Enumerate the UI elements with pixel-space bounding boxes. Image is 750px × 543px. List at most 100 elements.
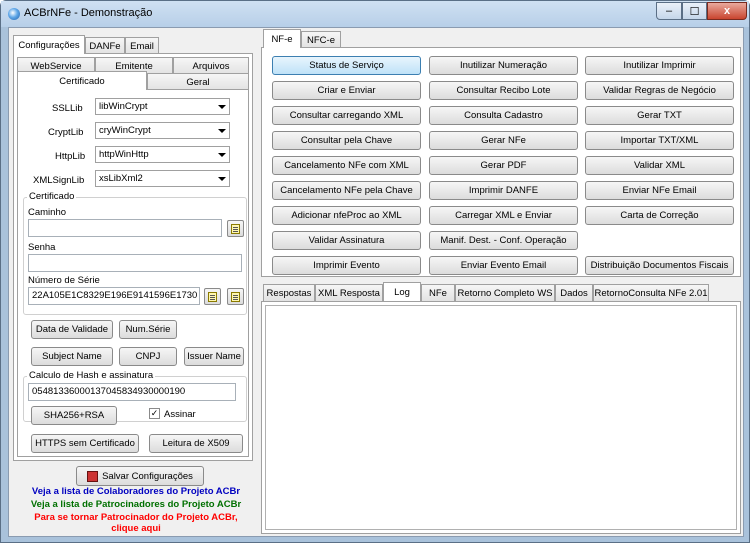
- action-button-inutilizar-imprimir[interactable]: Inutilizar Imprimir: [585, 56, 734, 75]
- senha-label: Senha: [28, 242, 56, 253]
- log-panel: [261, 301, 741, 534]
- link-clique-aqui[interactable]: clique aqui: [17, 523, 255, 534]
- action-button-consultar-pela-chave[interactable]: Consultar pela Chave: [272, 131, 421, 150]
- tab-nfe[interactable]: NF-e: [263, 29, 301, 48]
- assinar-label: Assinar: [164, 409, 196, 420]
- tab-retorno-consulta[interactable]: RetornoConsulta NFe 2.01: [593, 284, 709, 301]
- configuracoes-panel: WebService Emitente Arquivos Certificado…: [13, 53, 253, 461]
- action-button-manif-dest-conf-operacao[interactable]: Manif. Dest. - Conf. Operação: [429, 231, 578, 250]
- save-icon: [87, 470, 99, 482]
- action-button-importar-txt-xml[interactable]: Importar TXT/XML: [585, 131, 734, 150]
- xmlsignlib-value: xsLibXml2: [99, 173, 143, 184]
- action-button-status-de-servico[interactable]: Status de Serviço: [272, 56, 421, 75]
- nfe-actions-panel: Status de Serviço Inutilizar Numeração Inu…: [261, 47, 741, 277]
- tab-log[interactable]: Log: [383, 282, 421, 301]
- maximize-button[interactable]: ☐: [682, 2, 707, 20]
- sha256-rsa-button[interactable]: SHA256+RSA: [31, 406, 117, 425]
- action-button-validar-regras-de-negocio[interactable]: Validar Regras de Negócio: [585, 81, 734, 100]
- action-button-distribuicao-documentos-fiscais[interactable]: Distribuição Documentos Fiscais: [585, 256, 734, 275]
- httplib-select[interactable]: httpWinHttp: [95, 146, 230, 163]
- chevron-down-icon: [218, 129, 226, 133]
- numero-serie-input[interactable]: 22A105E1C8329E196E9141596E1730: [28, 287, 200, 305]
- subject-name-button[interactable]: Subject Name: [31, 347, 113, 366]
- hash-input[interactable]: 05481336000137045834930000190: [28, 383, 236, 401]
- document-icon: [208, 291, 217, 302]
- tab-email[interactable]: Email: [125, 37, 159, 54]
- action-button-inutilizar-numeracao[interactable]: Inutilizar Numeração: [429, 56, 578, 75]
- action-button-imprimir-danfe[interactable]: Imprimir DANFE: [429, 181, 578, 200]
- chevron-down-icon: [218, 105, 226, 109]
- action-button-carta-de-correcao[interactable]: Carta de Correção: [585, 206, 734, 225]
- action-button-consulta-cadastro[interactable]: Consulta Cadastro: [429, 106, 578, 125]
- tab-retorno-completo[interactable]: Retorno Completo WS: [455, 284, 555, 301]
- issuer-name-button[interactable]: Issuer Name: [184, 347, 244, 366]
- ssllib-value: libWinCrypt: [99, 101, 148, 112]
- document-icon: [231, 223, 240, 234]
- ssllib-select[interactable]: libWinCrypt: [95, 98, 230, 115]
- cryptlib-select[interactable]: cryWinCrypt: [95, 122, 230, 139]
- minimize-button[interactable]: –: [656, 2, 682, 20]
- action-button-gerar-pdf[interactable]: Gerar PDF: [429, 156, 578, 175]
- tab-dados[interactable]: Dados: [555, 284, 593, 301]
- window-title: ACBrNFe - Demonstração: [24, 7, 153, 19]
- certificado-group-title: Certificado: [27, 191, 77, 202]
- document-icon: [231, 291, 240, 302]
- action-button-gerar-nfe[interactable]: Gerar NFe: [429, 131, 578, 150]
- action-button-validar-xml[interactable]: Validar XML: [585, 156, 734, 175]
- tab-nfe-result[interactable]: NFe: [421, 284, 455, 301]
- senha-input[interactable]: [28, 254, 242, 272]
- httplib-value: httpWinHttp: [99, 149, 149, 160]
- link-colaboradores[interactable]: Veja a lista de Colaboradores do Projeto…: [17, 486, 255, 497]
- hash-group-title: Calculo de Hash e assinatura: [27, 370, 156, 381]
- tab-respostas[interactable]: Respostas: [263, 284, 315, 301]
- client-area: Configurações DANFe Email WebService Emi…: [8, 27, 744, 537]
- https-sem-certificado-button[interactable]: HTTPS sem Certificado: [31, 434, 139, 453]
- main-window: ACBrNFe - Demonstração – ☐ x Configuraçõ…: [0, 0, 750, 543]
- log-textarea[interactable]: [265, 305, 737, 530]
- tab-arquivos[interactable]: Arquivos: [173, 57, 249, 74]
- ssllib-label: SSLLib: [52, 103, 83, 114]
- cryptlib-label: CryptLib: [48, 127, 84, 138]
- tab-danfe[interactable]: DANFe: [85, 37, 125, 54]
- cryptlib-value: cryWinCrypt: [99, 125, 151, 136]
- app-icon: [8, 8, 20, 20]
- salvar-configuracoes-label: Salvar Configurações: [102, 470, 193, 482]
- action-button-enviar-evento-email[interactable]: Enviar Evento Email: [429, 256, 578, 275]
- leitura-x509-button[interactable]: Leitura de X509: [149, 434, 243, 453]
- action-button-adicionar-nfeproc-ao-xml[interactable]: Adicionar nfeProc ao XML: [272, 206, 421, 225]
- tab-nfce[interactable]: NFC-e: [301, 31, 341, 48]
- action-button-consultar-carregando-xml[interactable]: Consultar carregando XML: [272, 106, 421, 125]
- action-button-carregar-xml-e-enviar[interactable]: Carregar XML e Enviar: [429, 206, 578, 225]
- action-button-gerar-txt[interactable]: Gerar TXT: [585, 106, 734, 125]
- tab-configuracoes[interactable]: Configurações: [13, 35, 85, 54]
- browse-caminho-button[interactable]: [227, 220, 244, 237]
- caminho-label: Caminho: [28, 207, 67, 218]
- action-button-cancelamento-nfe-com-xml[interactable]: Cancelamento NFe com XML: [272, 156, 421, 175]
- cnpj-button[interactable]: CNPJ: [119, 347, 177, 366]
- action-button-imprimir-evento[interactable]: Imprimir Evento: [272, 256, 421, 275]
- salvar-configuracoes-button[interactable]: Salvar Configurações: [76, 466, 204, 486]
- tab-certificado[interactable]: Certificado: [17, 71, 147, 90]
- caminho-input[interactable]: [28, 219, 222, 237]
- num-serie-button[interactable]: Num.Série: [119, 320, 177, 339]
- httplib-label: HttpLib: [55, 151, 86, 162]
- title-bar: ACBrNFe - Demonstração – ☐ x: [1, 1, 749, 27]
- action-button-validar-assinatura[interactable]: Validar Assinatura: [272, 231, 421, 250]
- chevron-down-icon: [218, 153, 226, 157]
- link-patrocinadores[interactable]: Veja a lista de Patrocinadores do Projet…: [17, 499, 255, 510]
- close-button[interactable]: x: [707, 2, 747, 20]
- xmlsignlib-label: XMLSignLib: [33, 175, 85, 186]
- action-button-consultar-recibo-lote[interactable]: Consultar Recibo Lote: [429, 81, 578, 100]
- data-validade-button[interactable]: Data de Validade: [31, 320, 113, 339]
- chevron-down-icon: [218, 177, 226, 181]
- select-serie-button[interactable]: [204, 288, 221, 305]
- action-button-enviar-nfe-email[interactable]: Enviar NFe Email: [585, 181, 734, 200]
- link-tornar-patrocinador[interactable]: Para se tornar Patrocinador do Projeto A…: [17, 512, 255, 523]
- copy-serie-button[interactable]: [227, 288, 244, 305]
- xmlsignlib-select[interactable]: xsLibXml2: [95, 170, 230, 187]
- tab-xml-resposta[interactable]: XML Resposta: [315, 284, 383, 301]
- assinar-checkbox[interactable]: ✓: [149, 408, 160, 419]
- action-button-cancelamento-nfe-pela-chave[interactable]: Cancelamento NFe pela Chave: [272, 181, 421, 200]
- action-button-criar-e-enviar[interactable]: Criar e Enviar: [272, 81, 421, 100]
- tab-geral[interactable]: Geral: [147, 73, 249, 90]
